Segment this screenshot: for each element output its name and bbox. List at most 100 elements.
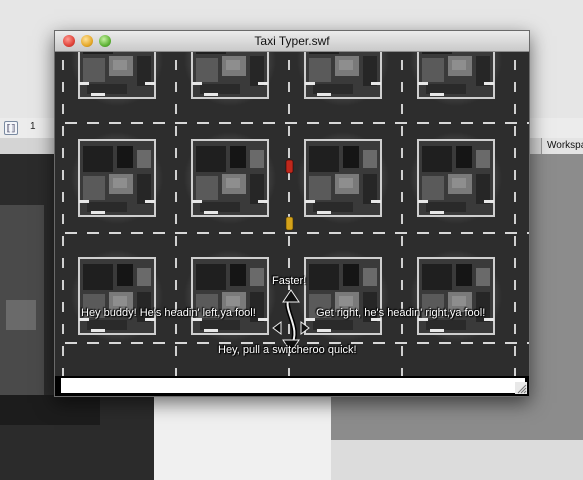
- lane-dash: [527, 232, 529, 234]
- lane-dash: [401, 82, 403, 92]
- street-light: [418, 82, 428, 85]
- building: [196, 52, 226, 54]
- street-light: [430, 93, 444, 96]
- lane-dash: [263, 122, 275, 124]
- lane-dash: [288, 258, 290, 268]
- lane-dash: [514, 324, 516, 334]
- lane-dash: [62, 104, 64, 114]
- lane-dash: [373, 122, 385, 124]
- building: [250, 174, 264, 204]
- lane-dash: [175, 258, 177, 268]
- lane-dash: [351, 232, 363, 234]
- lane-dash: [514, 148, 516, 158]
- lane-dash: [514, 368, 516, 376]
- lane-dash: [62, 60, 64, 70]
- lane-dash: [175, 324, 177, 334]
- street-light: [258, 200, 268, 203]
- resize-grip-icon[interactable]: [515, 382, 527, 394]
- street-light: [371, 82, 381, 85]
- building: [137, 150, 151, 168]
- lane-dash: [401, 324, 403, 334]
- building: [422, 58, 444, 82]
- roof: [452, 296, 466, 306]
- building: [196, 264, 226, 290]
- lane-dash: [401, 280, 403, 290]
- lane-dash: [175, 342, 187, 344]
- lane-dash: [87, 342, 99, 344]
- street-light: [145, 82, 155, 85]
- lane-dash: [175, 192, 177, 202]
- lane-dash: [401, 346, 403, 356]
- title-bar[interactable]: Taxi Typer.swf: [55, 31, 529, 52]
- roof: [339, 178, 353, 188]
- building: [476, 56, 490, 86]
- lane-dash: [62, 280, 64, 290]
- building: [200, 84, 240, 94]
- lane-dash: [401, 368, 403, 376]
- workspace-tab[interactable]: Workspa: [541, 138, 583, 154]
- building: [363, 150, 377, 168]
- lane-dash: [197, 342, 209, 344]
- typing-input[interactable]: [61, 378, 525, 393]
- building: [250, 56, 264, 86]
- lane-dash: [241, 122, 253, 124]
- building: [309, 264, 339, 290]
- building: [313, 320, 353, 330]
- lane-dash: [514, 258, 516, 268]
- lane-dash: [461, 342, 473, 344]
- lane-dash: [87, 122, 99, 124]
- lane-dash: [401, 192, 403, 202]
- lane-dash: [197, 232, 209, 234]
- lane-dash: [62, 82, 64, 92]
- lane-dash: [417, 342, 429, 344]
- roof: [226, 178, 240, 188]
- lane-dash: [288, 368, 290, 376]
- game-stage[interactable]: Faster! Hey buddy! He's headin' left,ya …: [55, 52, 529, 376]
- building: [83, 58, 105, 82]
- lane-dash: [288, 148, 290, 158]
- lane-dash: [417, 232, 429, 234]
- lane-dash: [288, 126, 290, 136]
- lane-dash: [401, 214, 403, 224]
- flash-player-window: Taxi Typer.swf Faster! Hey buddy! He's h…: [54, 30, 530, 397]
- roof: [452, 178, 466, 188]
- building: [422, 176, 444, 200]
- lane-dash: [395, 122, 407, 124]
- lane-dash: [175, 82, 177, 92]
- street-light: [371, 200, 381, 203]
- lane-dash: [241, 232, 253, 234]
- building: [422, 52, 452, 54]
- lane-dash: [87, 232, 99, 234]
- lane-dash: [307, 232, 319, 234]
- faster-caption: Faster!: [272, 275, 307, 287]
- tool-icon[interactable]: ⟦⟧: [4, 121, 18, 135]
- street-light: [430, 329, 444, 332]
- lane-dash: [288, 192, 290, 202]
- building: [309, 146, 339, 172]
- building: [426, 84, 466, 94]
- left-caption: Hey buddy! He's headin' left,ya fool!: [81, 307, 256, 319]
- lane-dash: [62, 214, 64, 224]
- lane-dash: [62, 148, 64, 158]
- building: [363, 56, 377, 86]
- switcheroo-caption: Hey, pull a switcheroo quick!: [218, 344, 357, 356]
- lane-dash: [109, 342, 121, 344]
- lane-dash: [527, 342, 529, 344]
- street-light: [317, 329, 331, 332]
- lane-dash: [329, 122, 341, 124]
- building: [200, 202, 240, 212]
- building: [230, 146, 246, 168]
- building: [426, 320, 466, 330]
- building: [363, 174, 377, 204]
- lane-dash: [401, 126, 403, 136]
- roof: [226, 60, 240, 70]
- lane-dash: [131, 342, 143, 344]
- background-shape: [6, 300, 36, 330]
- lane-dash: [62, 302, 64, 312]
- city-block: [71, 132, 163, 224]
- lane-dash: [175, 148, 177, 158]
- lane-dash: [263, 232, 275, 234]
- street-light: [418, 200, 428, 203]
- building: [117, 264, 133, 286]
- lane-dash: [514, 60, 516, 70]
